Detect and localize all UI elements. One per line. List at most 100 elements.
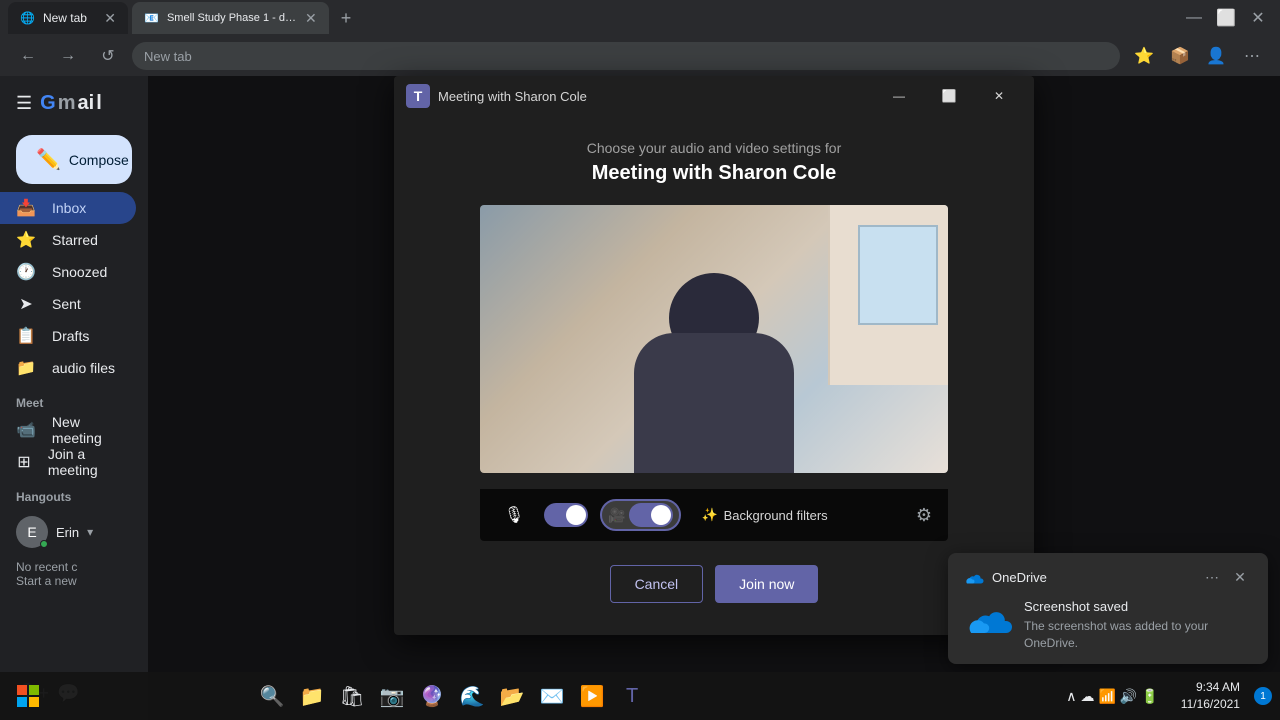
tray-expand-icon[interactable]: ∧ xyxy=(1066,688,1076,705)
dialog-actions: Cancel Join now xyxy=(434,565,994,603)
tab-gmail-close-button[interactable]: ✕ xyxy=(305,10,317,27)
teams-close-button[interactable]: ✕ xyxy=(976,80,1022,112)
sidebar-item-sent[interactable]: ➤ Sent xyxy=(0,288,136,320)
snoozed-icon: 🕐 xyxy=(16,262,36,282)
tab-gmail[interactable]: 📧 Smell Study Phase 1 - duplicitya... ✕ xyxy=(132,2,329,34)
teams-titlebar: T Meeting with Sharon Cole — ⬜ ✕ xyxy=(394,76,1034,116)
back-button[interactable]: ← xyxy=(12,40,44,72)
compose-label: Compose xyxy=(69,152,129,168)
address-text: New tab xyxy=(144,49,192,64)
snoozed-label: Snoozed xyxy=(52,264,107,280)
hangout-arrow-icon: ▾ xyxy=(87,525,93,539)
inbox-label: Inbox xyxy=(52,200,86,216)
notification-text: Screenshot saved The screenshot was adde… xyxy=(1024,599,1252,652)
menu-icon[interactable]: ☰ xyxy=(16,93,32,114)
sidebar-item-audio-files[interactable]: 📁 audio files xyxy=(0,352,136,384)
notification-header: OneDrive ⋯ ✕ xyxy=(964,565,1252,589)
notification-close-button[interactable]: ✕ xyxy=(1228,565,1252,589)
sidebar-item-snoozed[interactable]: 🕐 Snoozed xyxy=(0,256,136,288)
background-filters-button[interactable]: ✨ Background filters xyxy=(701,507,827,523)
sidebar-item-join-meeting[interactable]: ⊞ Join a meeting xyxy=(0,446,136,478)
system-clock[interactable]: 9:34 AM 11/16/2021 xyxy=(1173,679,1248,713)
notification-controls: ⋯ ✕ xyxy=(1200,565,1252,589)
volume-icon[interactable]: 🔊 xyxy=(1120,688,1137,705)
browser-bar: 🌐 New tab ✕ 📧 Smell Study Phase 1 - dupl… xyxy=(0,0,1280,76)
notification-badge[interactable]: 1 xyxy=(1254,687,1272,705)
tab-close-button[interactable]: ✕ xyxy=(104,10,116,27)
starred-icon: ⭐ xyxy=(16,230,36,250)
hangouts-section-header: Hangouts xyxy=(0,478,148,508)
nav-bar: ← → ↺ New tab ⭐ 📦 👤 ⋯ xyxy=(0,36,1280,76)
person-body xyxy=(634,333,794,473)
join-meeting-icon: ⊞ xyxy=(16,452,32,472)
sidebar-item-starred[interactable]: ⭐ Starred xyxy=(0,224,136,256)
taskbar-teams-button[interactable]: T xyxy=(614,678,650,714)
onedrive-large-icon xyxy=(964,599,1012,635)
taskbar-search-button[interactable]: 🔍 xyxy=(254,678,290,714)
microphone-button[interactable]: 🎙 xyxy=(496,497,532,533)
collections-button[interactable]: 📦 xyxy=(1164,40,1196,72)
new-meeting-label: New meeting xyxy=(52,414,120,446)
mic-toggle[interactable] xyxy=(544,503,588,527)
onedrive-notification: OneDrive ⋯ ✕ Screenshot saved The screen… xyxy=(948,553,1268,664)
join-now-button[interactable]: Join now xyxy=(715,565,818,603)
meeting-title: Meeting with Sharon Cole xyxy=(434,162,994,185)
refresh-button[interactable]: ↺ xyxy=(92,40,124,72)
cancel-button[interactable]: Cancel xyxy=(610,565,704,603)
taskbar-explorer-button[interactable]: 📂 xyxy=(494,678,530,714)
camera-icon: 🎥 xyxy=(608,507,625,524)
new-tab-button[interactable]: + xyxy=(333,4,360,33)
windows-logo xyxy=(16,684,40,708)
new-meeting-icon: 📹 xyxy=(16,420,36,440)
tab-new-tab[interactable]: 🌐 New tab ✕ xyxy=(8,2,128,34)
sparkle-icon: ✨ xyxy=(701,507,717,523)
start-button[interactable] xyxy=(8,676,48,716)
taskbar-photos-button[interactable]: 📷 xyxy=(374,678,410,714)
bookmark-button[interactable]: ⭐ xyxy=(1128,40,1160,72)
onedrive-tray-icon[interactable]: ☁ xyxy=(1080,688,1094,705)
video-controls: 🎙 🎥 ✨ Background filters ⚙ xyxy=(480,489,948,541)
camera-toggle[interactable] xyxy=(629,503,673,527)
address-bar[interactable]: New tab xyxy=(132,42,1120,70)
sidebar-item-inbox[interactable]: 📥 Inbox xyxy=(0,192,136,224)
tab-label: New tab xyxy=(43,11,87,25)
camera-toggle-group[interactable]: 🎥 xyxy=(600,499,681,531)
maximize-button[interactable]: ⬜ xyxy=(1212,4,1240,32)
tab-gmail-favicon: 📧 xyxy=(144,11,159,25)
settings-gear-button[interactable]: ⚙ xyxy=(916,505,932,526)
teams-maximize-button[interactable]: ⬜ xyxy=(926,80,972,112)
taskbar-files-button[interactable]: 📁 xyxy=(294,678,330,714)
taskbar-store-button[interactable]: 🛍 xyxy=(334,678,370,714)
drafts-label: Drafts xyxy=(52,328,89,344)
sidebar-item-new-meeting[interactable]: 📹 New meeting xyxy=(0,414,136,446)
audio-files-icon: 📁 xyxy=(16,358,36,378)
notification-body: Screenshot saved The screenshot was adde… xyxy=(964,599,1252,652)
notification-menu-button[interactable]: ⋯ xyxy=(1200,565,1224,589)
taskbar-edge-button[interactable]: 🌊 xyxy=(454,678,490,714)
drafts-icon: 📋 xyxy=(16,326,36,346)
taskbar-todo-button[interactable]: ✉️ xyxy=(534,678,570,714)
avatar: E xyxy=(16,516,48,548)
no-recent-text: No recent c Start a new xyxy=(0,556,148,592)
compose-button[interactable]: ✏️ Compose xyxy=(16,135,132,184)
notification-message-body: The screenshot was added to your OneDriv… xyxy=(1024,618,1252,652)
sent-icon: ➤ xyxy=(16,294,36,314)
notification-message-title: Screenshot saved xyxy=(1024,599,1252,614)
sidebar-item-drafts[interactable]: 📋 Drafts xyxy=(0,320,136,352)
teams-body: Choose your audio and video settings for… xyxy=(394,116,1034,635)
wifi-icon[interactable]: 📶 xyxy=(1098,688,1115,705)
battery-icon[interactable]: 🔋 xyxy=(1141,688,1158,705)
forward-button[interactable]: → xyxy=(52,40,84,72)
taskbar-apps-button[interactable]: 🔮 xyxy=(414,678,450,714)
hangout-user-item[interactable]: E Erin ▾ xyxy=(0,508,148,556)
close-window-button[interactable]: ✕ xyxy=(1244,4,1272,32)
audio-files-label: audio files xyxy=(52,360,115,376)
video-preview xyxy=(480,205,948,473)
profile-button[interactable]: 👤 xyxy=(1200,40,1232,72)
hangout-user-name: Erin xyxy=(56,525,79,540)
minimize-button[interactable]: — xyxy=(1180,4,1208,32)
teams-minimize-button[interactable]: — xyxy=(876,80,922,112)
menu-button[interactable]: ⋯ xyxy=(1236,40,1268,72)
taskbar-media-button[interactable]: ▶️ xyxy=(574,678,610,714)
mic-toggle-knob xyxy=(566,505,586,525)
